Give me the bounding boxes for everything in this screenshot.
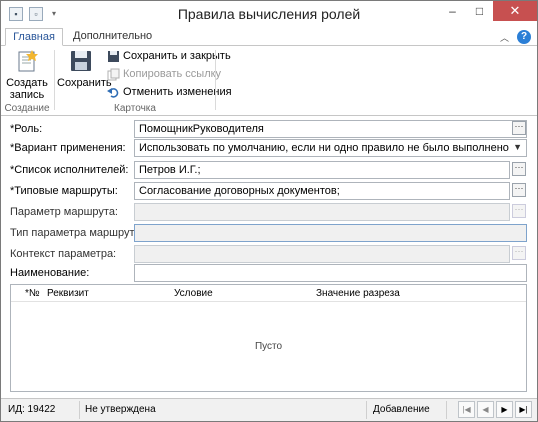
group-card-label: Карточка: [114, 103, 156, 114]
record-navigation: |◀ ◀ ▶ ▶|: [458, 401, 532, 418]
maximize-icon[interactable]: □: [466, 1, 493, 21]
application-window: ▪ ▫ ▾ Правила вычисления ролей – □ ✕ Гла…: [0, 0, 538, 422]
route-param-label: Параметр маршрута:: [10, 206, 118, 218]
save-and-close-button[interactable]: Сохранить и закрыть: [107, 48, 231, 64]
group-create-label: Создание: [4, 103, 50, 114]
minimize-icon[interactable]: –: [439, 1, 466, 21]
name-label: Наименование:: [10, 267, 90, 279]
status-mode: Добавление: [373, 404, 430, 415]
window-controls: – □ ✕: [439, 1, 537, 21]
row-apply-variant: *Вариант применения: Использовать по умо…: [1, 139, 537, 157]
col-number[interactable]: *№: [25, 288, 40, 299]
create-record-label: Создать запись: [6, 77, 48, 101]
role-select-icon[interactable]: ···: [512, 121, 526, 135]
collapse-ribbon-icon[interactable]: ︿: [500, 31, 509, 44]
undo-icon: [107, 86, 120, 99]
rule-form: *Роль: ПомощникРуководителя ··· *Вариант…: [1, 116, 537, 396]
save-icon: [68, 48, 94, 74]
chevron-down-icon: ▼: [513, 142, 522, 152]
grid-empty-text: Пусто: [254, 341, 283, 352]
undo-changes-button[interactable]: Отменить изменения: [107, 84, 232, 100]
ribbon-tabs: Главная Дополнительно ︿ ?: [1, 28, 537, 46]
create-record-button[interactable]: Создать запись: [5, 48, 49, 101]
row-route-param: Параметр маршрута: ···: [1, 203, 537, 221]
help-icon[interactable]: ?: [517, 30, 531, 44]
apply-variant-value: Использовать по умолчанию, если ни одно …: [139, 142, 509, 154]
ribbon: Создать запись Создание Сохранить Сохран…: [1, 46, 537, 116]
route-param-select-icon[interactable]: ···: [512, 204, 526, 218]
tab-main[interactable]: Главная: [5, 28, 63, 46]
title-bar: ▪ ▫ ▾ Правила вычисления ролей – □ ✕: [1, 1, 537, 28]
copy-link-icon: [107, 68, 120, 81]
row-route-param-type: Тип параметра маршрута:: [1, 224, 537, 242]
executors-select-icon[interactable]: ···: [512, 162, 526, 176]
save-label: Сохранить: [57, 77, 112, 89]
last-record-icon[interactable]: ▶|: [515, 401, 532, 418]
status-state: Не утверждена: [85, 404, 156, 415]
executors-field[interactable]: Петров И.Г.;: [134, 161, 510, 179]
role-label: *Роль:: [10, 123, 43, 135]
ribbon-right-controls: ︿ ?: [500, 30, 531, 44]
copy-link-button[interactable]: Копировать ссылку: [107, 66, 221, 82]
param-context-label: Контекст параметра:: [10, 248, 117, 260]
route-param-type-field[interactable]: [134, 224, 527, 242]
name-field[interactable]: [134, 264, 527, 282]
routes-field[interactable]: Согласование договорных документов;: [134, 182, 510, 200]
role-field[interactable]: ПомощникРуководителя: [134, 120, 527, 138]
row-name: Наименование:: [1, 264, 537, 282]
status-separator: [79, 401, 80, 419]
status-bar: ИД: 19422 Не утверждена Добавление |◀ ◀ …: [1, 398, 537, 421]
conditions-grid[interactable]: *№ Реквизит Условие Значение разреза Пус…: [10, 284, 527, 392]
prev-record-icon[interactable]: ◀: [477, 401, 494, 418]
param-context-select-icon[interactable]: ···: [512, 246, 526, 260]
copy-link-label: Копировать ссылку: [123, 68, 222, 80]
param-context-field[interactable]: [134, 245, 510, 263]
status-separator: [446, 401, 447, 419]
route-param-field[interactable]: [134, 203, 510, 221]
first-record-icon[interactable]: |◀: [458, 401, 475, 418]
grid-header: *№ Реквизит Условие Значение разреза: [11, 285, 526, 302]
routes-select-icon[interactable]: ···: [512, 183, 526, 197]
close-icon[interactable]: ✕: [493, 1, 537, 21]
group-separator: [215, 50, 216, 110]
next-record-icon[interactable]: ▶: [496, 401, 513, 418]
group-card: Сохранить Сохранить и закрыть Копировать…: [55, 46, 232, 116]
routes-label: *Типовые маршруты:: [10, 185, 118, 197]
new-record-icon: [14, 48, 40, 74]
row-param-context: Контекст параметра: ···: [1, 245, 537, 263]
row-role: *Роль: ПомощникРуководителя ···: [1, 120, 537, 138]
row-routes: *Типовые маршруты: Согласование договорн…: [1, 182, 537, 200]
group-create: Создать запись Создание: [1, 46, 53, 116]
status-separator: [366, 401, 367, 419]
tab-additional[interactable]: Дополнительно: [67, 28, 158, 46]
executors-label: *Список исполнителей:: [10, 164, 129, 176]
route-param-type-label: Тип параметра маршрута:: [10, 227, 144, 239]
row-executors: *Список исполнителей: Петров И.Г.; ···: [1, 161, 537, 179]
col-slice-value[interactable]: Значение разреза: [316, 288, 400, 299]
save-close-icon: [107, 50, 120, 63]
apply-variant-label: *Вариант применения:: [10, 142, 126, 154]
save-button[interactable]: Сохранить: [57, 48, 112, 89]
col-attribute[interactable]: Реквизит: [47, 288, 89, 299]
apply-variant-select[interactable]: Использовать по умолчанию, если ни одно …: [134, 139, 527, 157]
col-condition[interactable]: Условие: [174, 288, 213, 299]
status-id: ИД: 19422: [8, 404, 56, 415]
